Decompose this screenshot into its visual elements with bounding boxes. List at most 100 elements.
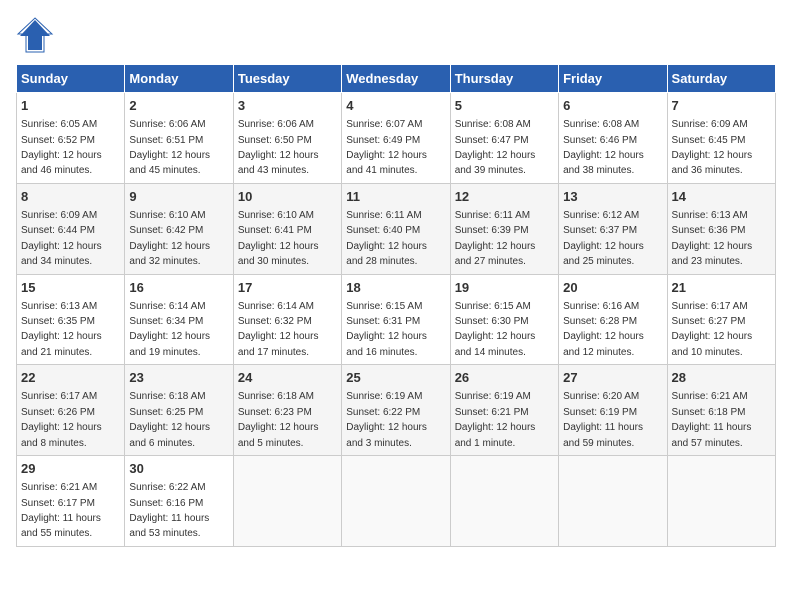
day-cell bbox=[667, 456, 775, 547]
day-info: Sunrise: 6:08 AM Sunset: 6:47 PM Dayligh… bbox=[455, 119, 536, 176]
week-row-2: 8 Sunrise: 6:09 AM Sunset: 6:44 PM Daylig… bbox=[17, 183, 776, 274]
day-cell: 19Sunrise: 6:15 AM Sunset: 6:30 PM Dayli… bbox=[450, 274, 558, 365]
day-cell: 9 Sunrise: 6:10 AM Sunset: 6:42 PM Daylig… bbox=[125, 183, 233, 274]
day-number: 1 bbox=[21, 97, 120, 115]
day-cell bbox=[559, 456, 667, 547]
day-info: Sunrise: 6:19 AM Sunset: 6:21 PM Dayligh… bbox=[455, 391, 536, 448]
weekday-header-monday: Monday bbox=[125, 65, 233, 93]
day-info: Sunrise: 6:05 AM Sunset: 6:52 PM Dayligh… bbox=[21, 119, 102, 176]
day-number: 25 bbox=[346, 369, 445, 387]
day-info: Sunrise: 6:13 AM Sunset: 6:36 PM Dayligh… bbox=[672, 210, 753, 267]
day-info: Sunrise: 6:07 AM Sunset: 6:49 PM Dayligh… bbox=[346, 119, 427, 176]
day-info: Sunrise: 6:06 AM Sunset: 6:51 PM Dayligh… bbox=[129, 119, 210, 176]
day-cell: 21 Sunrise: 6:17 AM Sunset: 6:27 PM Dayli… bbox=[667, 274, 775, 365]
day-number: 30 bbox=[129, 460, 228, 478]
day-cell: 28Sunrise: 6:21 AM Sunset: 6:18 PM Dayli… bbox=[667, 365, 775, 456]
day-cell: 5 Sunrise: 6:08 AM Sunset: 6:47 PM Daylig… bbox=[450, 93, 558, 184]
day-number: 27 bbox=[563, 369, 662, 387]
week-row-3: 15Sunrise: 6:13 AM Sunset: 6:35 PM Dayli… bbox=[17, 274, 776, 365]
day-number: 19 bbox=[455, 279, 554, 297]
day-number: 13 bbox=[563, 188, 662, 206]
logo bbox=[16, 16, 58, 54]
day-info: Sunrise: 6:20 AM Sunset: 6:19 PM Dayligh… bbox=[563, 391, 643, 448]
weekday-header-sunday: Sunday bbox=[17, 65, 125, 93]
day-info: Sunrise: 6:13 AM Sunset: 6:35 PM Dayligh… bbox=[21, 301, 102, 358]
weekday-header-thursday: Thursday bbox=[450, 65, 558, 93]
day-number: 10 bbox=[238, 188, 337, 206]
day-cell: 29 Sunrise: 6:21 AM Sunset: 6:17 PM Dayli… bbox=[17, 456, 125, 547]
week-row-1: 1 Sunrise: 6:05 AM Sunset: 6:52 PM Daylig… bbox=[17, 93, 776, 184]
day-cell: 1 Sunrise: 6:05 AM Sunset: 6:52 PM Daylig… bbox=[17, 93, 125, 184]
day-info: Sunrise: 6:21 AM Sunset: 6:17 PM Dayligh… bbox=[21, 482, 101, 539]
day-info: Sunrise: 6:16 AM Sunset: 6:28 PM Dayligh… bbox=[563, 301, 644, 358]
day-number: 3 bbox=[238, 97, 337, 115]
day-number: 9 bbox=[129, 188, 228, 206]
day-number: 24 bbox=[238, 369, 337, 387]
day-number: 22 bbox=[21, 369, 120, 387]
day-info: Sunrise: 6:09 AM Sunset: 6:44 PM Dayligh… bbox=[21, 210, 102, 267]
day-cell: 22Sunrise: 6:17 AM Sunset: 6:26 PM Dayli… bbox=[17, 365, 125, 456]
day-number: 11 bbox=[346, 188, 445, 206]
day-cell: 10 Sunrise: 6:10 AM Sunset: 6:41 PM Dayli… bbox=[233, 183, 341, 274]
day-info: Sunrise: 6:08 AM Sunset: 6:46 PM Dayligh… bbox=[563, 119, 644, 176]
day-number: 5 bbox=[455, 97, 554, 115]
calendar-table: SundayMondayTuesdayWednesdayThursdayFrid… bbox=[16, 64, 776, 547]
day-info: Sunrise: 6:11 AM Sunset: 6:39 PM Dayligh… bbox=[455, 210, 536, 267]
day-number: 20 bbox=[563, 279, 662, 297]
day-cell: 11 Sunrise: 6:11 AM Sunset: 6:40 PM Dayli… bbox=[342, 183, 450, 274]
day-number: 12 bbox=[455, 188, 554, 206]
day-cell: 26 Sunrise: 6:19 AM Sunset: 6:21 PM Dayli… bbox=[450, 365, 558, 456]
logo-icon bbox=[16, 16, 54, 54]
day-cell: 18Sunrise: 6:15 AM Sunset: 6:31 PM Dayli… bbox=[342, 274, 450, 365]
week-row-5: 29 Sunrise: 6:21 AM Sunset: 6:17 PM Dayli… bbox=[17, 456, 776, 547]
day-cell: 16 Sunrise: 6:14 AM Sunset: 6:34 PM Dayli… bbox=[125, 274, 233, 365]
day-cell: 2 Sunrise: 6:06 AM Sunset: 6:51 PM Daylig… bbox=[125, 93, 233, 184]
day-cell: 14 Sunrise: 6:13 AM Sunset: 6:36 PM Dayli… bbox=[667, 183, 775, 274]
day-cell: 23 Sunrise: 6:18 AM Sunset: 6:25 PM Dayli… bbox=[125, 365, 233, 456]
weekday-header-wednesday: Wednesday bbox=[342, 65, 450, 93]
day-cell: 30Sunrise: 6:22 AM Sunset: 6:16 PM Dayli… bbox=[125, 456, 233, 547]
calendar-header: SundayMondayTuesdayWednesdayThursdayFrid… bbox=[17, 65, 776, 93]
day-cell: 17Sunrise: 6:14 AM Sunset: 6:32 PM Dayli… bbox=[233, 274, 341, 365]
header-row: SundayMondayTuesdayWednesdayThursdayFrid… bbox=[17, 65, 776, 93]
header bbox=[16, 16, 776, 54]
day-info: Sunrise: 6:18 AM Sunset: 6:23 PM Dayligh… bbox=[238, 391, 319, 448]
day-cell: 6Sunrise: 6:08 AM Sunset: 6:46 PM Daylig… bbox=[559, 93, 667, 184]
day-number: 8 bbox=[21, 188, 120, 206]
day-cell: 13 Sunrise: 6:12 AM Sunset: 6:37 PM Dayli… bbox=[559, 183, 667, 274]
day-info: Sunrise: 6:14 AM Sunset: 6:34 PM Dayligh… bbox=[129, 301, 210, 358]
day-info: Sunrise: 6:19 AM Sunset: 6:22 PM Dayligh… bbox=[346, 391, 427, 448]
day-number: 21 bbox=[672, 279, 771, 297]
day-number: 2 bbox=[129, 97, 228, 115]
day-info: Sunrise: 6:17 AM Sunset: 6:27 PM Dayligh… bbox=[672, 301, 753, 358]
day-cell bbox=[233, 456, 341, 547]
day-number: 4 bbox=[346, 97, 445, 115]
day-info: Sunrise: 6:15 AM Sunset: 6:31 PM Dayligh… bbox=[346, 301, 427, 358]
day-number: 14 bbox=[672, 188, 771, 206]
day-cell: 25 Sunrise: 6:19 AM Sunset: 6:22 PM Dayli… bbox=[342, 365, 450, 456]
day-cell: 8 Sunrise: 6:09 AM Sunset: 6:44 PM Daylig… bbox=[17, 183, 125, 274]
weekday-header-tuesday: Tuesday bbox=[233, 65, 341, 93]
day-info: Sunrise: 6:06 AM Sunset: 6:50 PM Dayligh… bbox=[238, 119, 319, 176]
day-number: 29 bbox=[21, 460, 120, 478]
weekday-header-saturday: Saturday bbox=[667, 65, 775, 93]
day-cell: 3 Sunrise: 6:06 AM Sunset: 6:50 PM Daylig… bbox=[233, 93, 341, 184]
day-number: 23 bbox=[129, 369, 228, 387]
day-cell: 15Sunrise: 6:13 AM Sunset: 6:35 PM Dayli… bbox=[17, 274, 125, 365]
day-cell: 27 Sunrise: 6:20 AM Sunset: 6:19 PM Dayli… bbox=[559, 365, 667, 456]
day-number: 7 bbox=[672, 97, 771, 115]
day-cell bbox=[450, 456, 558, 547]
day-number: 17 bbox=[238, 279, 337, 297]
day-cell: 20 Sunrise: 6:16 AM Sunset: 6:28 PM Dayli… bbox=[559, 274, 667, 365]
calendar-body: 1 Sunrise: 6:05 AM Sunset: 6:52 PM Daylig… bbox=[17, 93, 776, 547]
day-cell: 12 Sunrise: 6:11 AM Sunset: 6:39 PM Dayli… bbox=[450, 183, 558, 274]
day-cell bbox=[342, 456, 450, 547]
day-info: Sunrise: 6:11 AM Sunset: 6:40 PM Dayligh… bbox=[346, 210, 427, 267]
day-number: 26 bbox=[455, 369, 554, 387]
day-info: Sunrise: 6:10 AM Sunset: 6:41 PM Dayligh… bbox=[238, 210, 319, 267]
day-number: 16 bbox=[129, 279, 228, 297]
day-info: Sunrise: 6:12 AM Sunset: 6:37 PM Dayligh… bbox=[563, 210, 644, 267]
week-row-4: 22Sunrise: 6:17 AM Sunset: 6:26 PM Dayli… bbox=[17, 365, 776, 456]
day-info: Sunrise: 6:10 AM Sunset: 6:42 PM Dayligh… bbox=[129, 210, 210, 267]
day-info: Sunrise: 6:18 AM Sunset: 6:25 PM Dayligh… bbox=[129, 391, 210, 448]
